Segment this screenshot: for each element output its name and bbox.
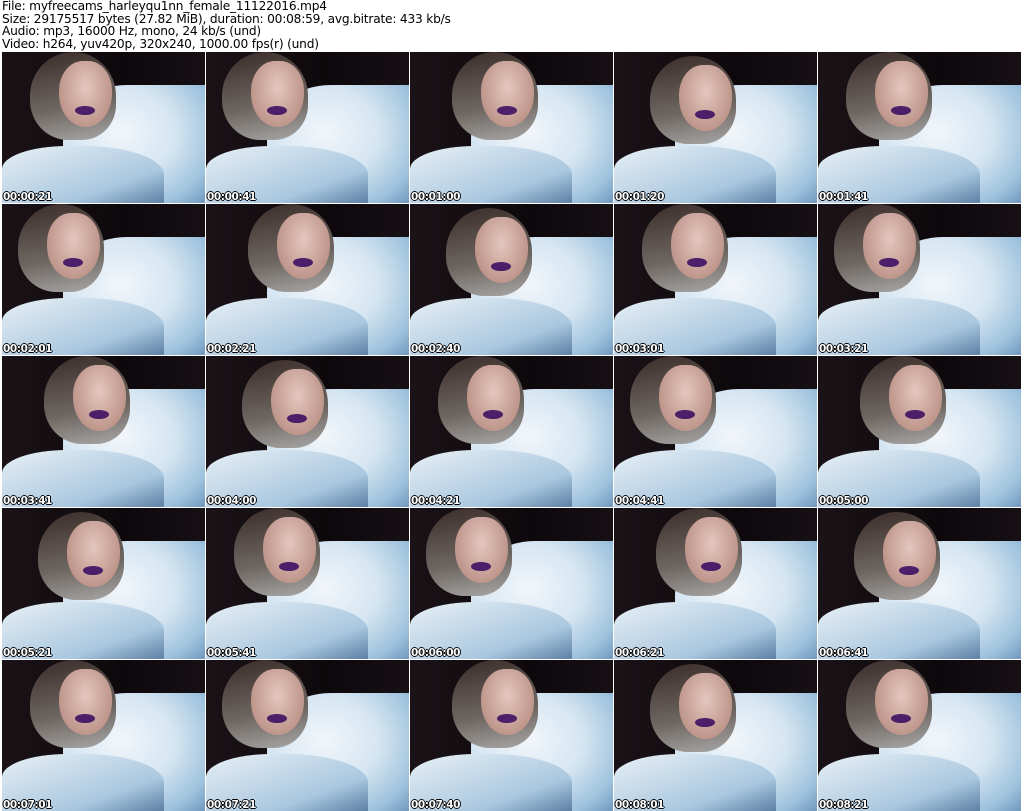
thumbnail-timestamp: 00:00:21: [3, 191, 53, 203]
thumbnail-face: [58, 669, 112, 736]
thumbnail-face: [270, 369, 324, 436]
thumbnail-face: [66, 521, 120, 588]
thumbnail-face: [72, 365, 126, 432]
thumbnail-face: [678, 673, 732, 740]
video-thumbnail: 00:04:21: [410, 356, 613, 507]
thumbnail-face: [862, 213, 916, 280]
thumbnail-timestamp: 00:03:21: [819, 343, 869, 355]
video-thumbnail: 00:01:20: [614, 52, 817, 203]
thumbnail-timestamp: 00:03:01: [615, 343, 665, 355]
video-thumbnail: 00:06:00: [410, 508, 613, 659]
thumbnail-face: [454, 517, 508, 584]
video-thumbnail: 00:07:40: [410, 660, 613, 811]
thumbnail-face: [250, 61, 304, 128]
video-thumbnail: 00:02:21: [206, 204, 409, 355]
video-thumbnail: 00:07:21: [206, 660, 409, 811]
thumbnail-face: [466, 365, 520, 432]
thumbnail-face: [46, 213, 100, 280]
thumbnail-timestamp: 00:02:40: [411, 343, 461, 355]
thumbnail-timestamp: 00:00:41: [207, 191, 257, 203]
thumbnail-timestamp: 00:07:40: [411, 799, 461, 811]
thumbnail-timestamp: 00:05:00: [819, 495, 869, 507]
thumbnail-timestamp: 00:01:41: [819, 191, 869, 203]
thumbnail-face: [670, 213, 724, 280]
thumbnail-timestamp: 00:04:21: [411, 495, 461, 507]
video-thumbnail: 00:06:41: [818, 508, 1021, 659]
thumbnail-timestamp: 00:06:21: [615, 647, 665, 659]
thumbnail-timestamp: 00:05:41: [207, 647, 257, 659]
video-thumbnail: 00:03:21: [818, 204, 1021, 355]
thumbnail-face: [250, 669, 304, 736]
file-info-header: File: myfreecams_harleyqu1nn_female_1112…: [2, 0, 451, 50]
thumbnail-face: [474, 217, 528, 284]
video-thumbnail: 00:05:21: [2, 508, 205, 659]
video-thumbnail: 00:05:41: [206, 508, 409, 659]
video-thumbnail: 00:00:41: [206, 52, 409, 203]
file-name: File: myfreecams_harleyqu1nn_female_1112…: [2, 0, 327, 13]
video-thumbnail: 00:04:41: [614, 356, 817, 507]
thumbnail-face: [678, 65, 732, 132]
thumbnail-face: [874, 61, 928, 128]
thumbnail-face: [58, 61, 112, 128]
thumbnail-timestamp: 00:04:00: [207, 495, 257, 507]
thumbnail-timestamp: 00:06:00: [411, 647, 461, 659]
video-thumbnail: 00:03:01: [614, 204, 817, 355]
thumbnail-face: [882, 521, 936, 588]
video-thumbnail: 00:00:21: [2, 52, 205, 203]
thumbnail-timestamp: 00:08:01: [615, 799, 665, 811]
thumbnail-timestamp: 00:03:41: [3, 495, 53, 507]
thumbnail-timestamp: 00:02:01: [3, 343, 53, 355]
video-thumbnail: 00:06:21: [614, 508, 817, 659]
thumbnail-face: [262, 517, 316, 584]
video-thumbnail: 00:02:40: [410, 204, 613, 355]
video-thumbnail: 00:07:01: [2, 660, 205, 811]
thumbnail-timestamp: 00:07:21: [207, 799, 257, 811]
thumbnail-grid: 00:00:21 00:00:41 00:01:00 00:01:20 00:01:41…: [2, 52, 1021, 811]
thumbnail-face: [874, 669, 928, 736]
thumbnail-face: [276, 213, 330, 280]
video-thumbnail: 00:05:00: [818, 356, 1021, 507]
thumbnail-face: [480, 669, 534, 736]
video-thumbnail: 00:04:00: [206, 356, 409, 507]
thumbnail-timestamp: 00:01:20: [615, 191, 665, 203]
thumbnail-face: [480, 61, 534, 128]
thumbnail-timestamp: 00:08:21: [819, 799, 869, 811]
video-thumbnail: 00:03:41: [2, 356, 205, 507]
video-thumbnail: 00:01:41: [818, 52, 1021, 203]
thumbnail-timestamp: 00:05:21: [3, 647, 53, 659]
thumbnail-face: [888, 365, 942, 432]
video-info: Video: h264, yuv420p, 320x240, 1000.00 f…: [2, 36, 319, 51]
thumbnail-face: [684, 517, 738, 584]
video-thumbnail: 00:01:00: [410, 52, 613, 203]
video-thumbnail: 00:02:01: [2, 204, 205, 355]
video-thumbnail: 00:08:01: [614, 660, 817, 811]
thumbnail-timestamp: 00:07:01: [3, 799, 53, 811]
thumbnail-timestamp: 00:02:21: [207, 343, 257, 355]
thumbnail-timestamp: 00:06:41: [819, 647, 869, 659]
thumbnail-face: [658, 365, 712, 432]
video-thumbnail: 00:08:21: [818, 660, 1021, 811]
audio-info: Audio: mp3, 16000 Hz, mono, 24 kb/s (und…: [2, 24, 261, 38]
thumbnail-timestamp: 00:04:41: [615, 495, 665, 507]
thumbnail-timestamp: 00:01:00: [411, 191, 461, 203]
